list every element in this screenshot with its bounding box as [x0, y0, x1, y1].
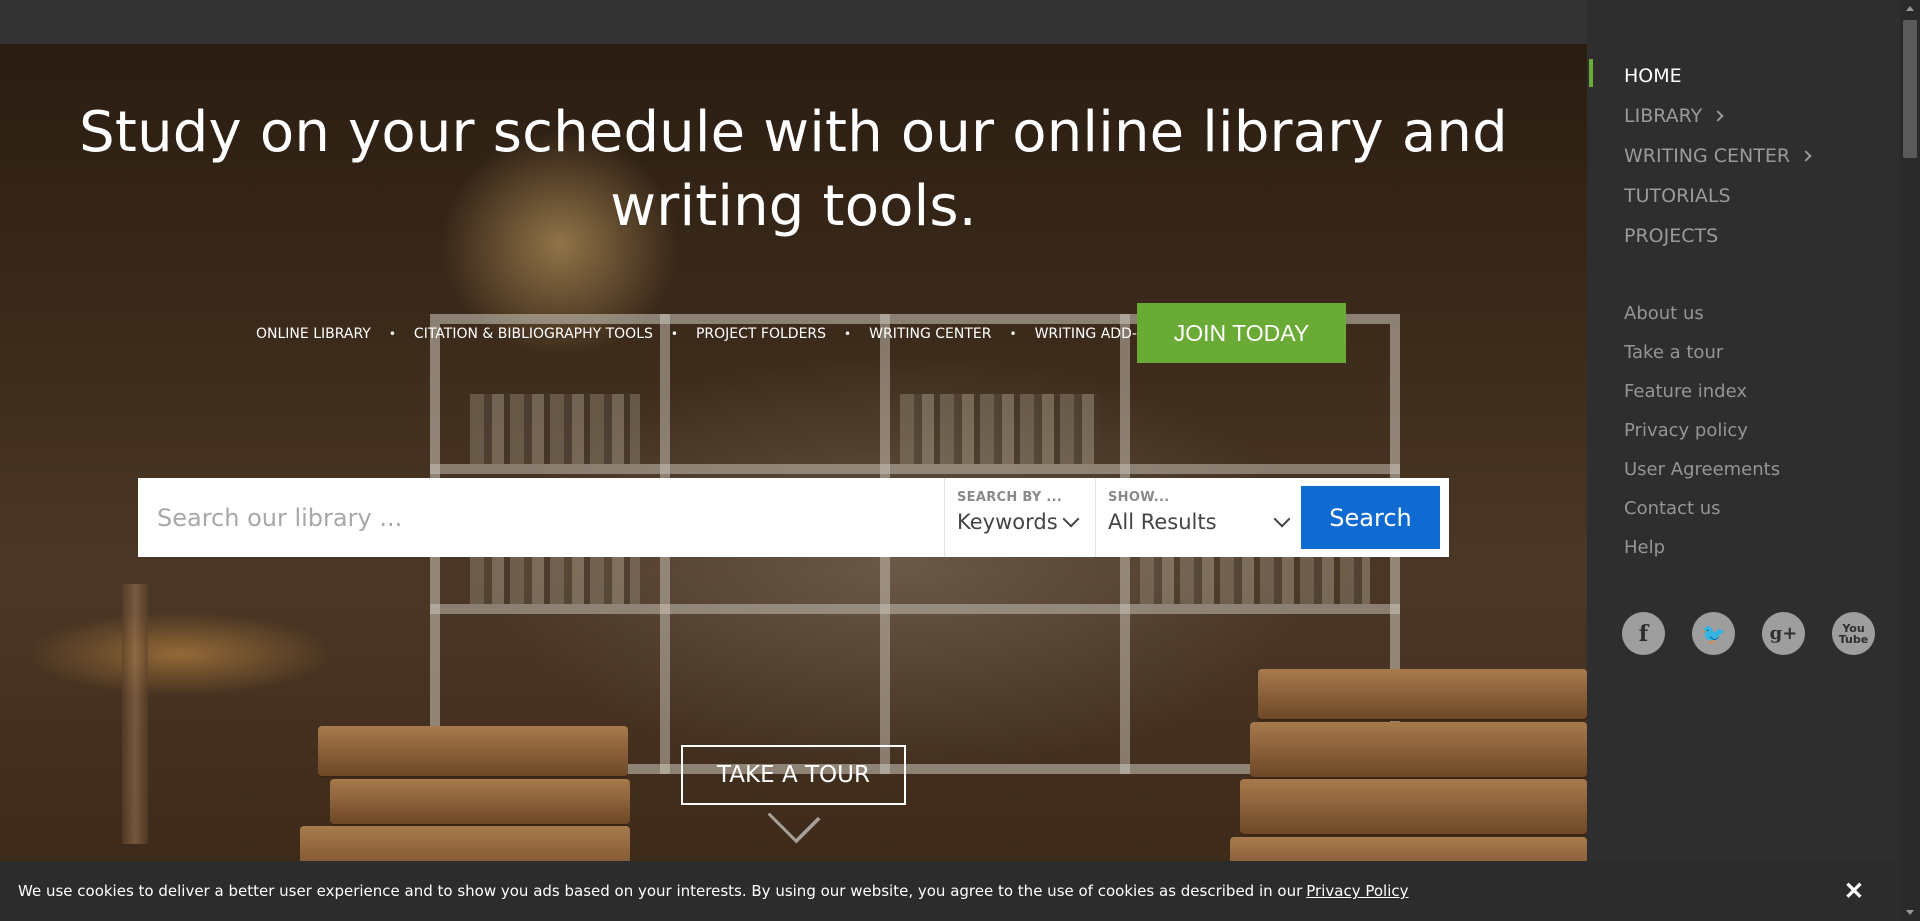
feature-separator: •: [388, 327, 396, 341]
scroll-up-icon[interactable]: [1906, 6, 1914, 11]
nav-item-label: LIBRARY: [1624, 105, 1703, 127]
bookshelf-shelf: [430, 604, 1400, 614]
bookshelf-shelf: [430, 464, 1400, 474]
link-take-a-tour[interactable]: Take a tour: [1624, 333, 1780, 372]
nav-item-label: HOME: [1624, 65, 1682, 87]
feature-writing-add-in: WRITING ADD-IN: [1034, 326, 1152, 342]
book-stack-decoration: [330, 779, 630, 824]
show-label: SHOW...: [1108, 490, 1170, 505]
books-decoration: [470, 394, 640, 464]
feature-separator: •: [1009, 327, 1017, 341]
nav-item-projects[interactable]: PROJECTS: [1587, 216, 1900, 256]
link-help[interactable]: Help: [1624, 528, 1780, 567]
books-decoration: [900, 394, 1100, 464]
book-stack-decoration: [318, 726, 628, 776]
link-contact-us[interactable]: Contact us: [1624, 489, 1780, 528]
chevron-down-icon: [1273, 510, 1291, 528]
feature-citation-tools: CITATION & BIBLIOGRAPHY TOOLS: [413, 326, 653, 342]
book-stack-decoration: [1240, 779, 1587, 834]
twitter-icon[interactable]: 🐦: [1692, 612, 1735, 655]
page-scrollbar[interactable]: [1900, 0, 1920, 921]
chevron-right-icon: [1800, 150, 1812, 162]
chevron-right-icon: [1712, 110, 1724, 122]
search-button[interactable]: Search: [1301, 486, 1440, 549]
search-by-label: SEARCH BY ...: [957, 490, 1063, 505]
feature-separator: •: [844, 327, 852, 341]
search-input[interactable]: [138, 478, 944, 557]
nav-item-home[interactable]: HOME: [1587, 56, 1900, 96]
search-by-value: Keywords: [957, 510, 1058, 534]
feature-online-library: ONLINE LIBRARY: [256, 326, 371, 342]
scroll-thumb[interactable]: [1903, 20, 1917, 158]
link-user-agreements[interactable]: User Agreements: [1624, 450, 1780, 489]
cookie-text: We use cookies to deliver a better user …: [18, 882, 1303, 900]
nav-item-label: PROJECTS: [1624, 225, 1719, 247]
scroll-down-icon[interactable]: [1906, 910, 1914, 915]
nav-item-library[interactable]: LIBRARY: [1587, 96, 1900, 136]
close-icon[interactable]: ✕: [1844, 877, 1864, 906]
link-about-us[interactable]: About us: [1624, 294, 1780, 333]
feature-separator: •: [670, 327, 678, 341]
social-links: f 🐦 g+ You Tube: [1622, 612, 1902, 655]
book-stack-decoration: [1250, 722, 1587, 777]
link-privacy-policy[interactable]: Privacy policy: [1624, 411, 1780, 450]
search-by-dropdown[interactable]: SEARCH BY ... Keywords: [944, 478, 1095, 557]
cookie-banner: We use cookies to deliver a better user …: [0, 861, 1900, 921]
google-plus-icon[interactable]: g+: [1762, 612, 1805, 655]
sidebar-nav: HOME LIBRARY WRITING CENTER TUTORIALS PR…: [1587, 56, 1900, 256]
facebook-icon[interactable]: f: [1622, 612, 1665, 655]
search-box: SEARCH BY ... Keywords SHOW... All Resul…: [138, 478, 1449, 557]
sidebar-links: About us Take a tour Feature index Priva…: [1624, 294, 1780, 567]
join-today-button[interactable]: JOIN TODAY: [1137, 303, 1346, 363]
book-stack-decoration: [1258, 669, 1587, 719]
nav-item-tutorials[interactable]: TUTORIALS: [1587, 176, 1900, 216]
feature-list: ONLINE LIBRARY • CITATION & BIBLIOGRAPHY…: [256, 289, 1152, 379]
feature-writing-center: WRITING CENTER: [869, 326, 992, 342]
feature-project-folders: PROJECT FOLDERS: [695, 326, 827, 342]
youtube-icon[interactable]: You Tube: [1832, 612, 1875, 655]
nav-item-label: TUTORIALS: [1624, 185, 1731, 207]
top-bar: [0, 0, 1587, 44]
hero-title: Study on your schedule with our online l…: [79, 100, 1508, 239]
nav-item-writing-center[interactable]: WRITING CENTER: [1587, 136, 1900, 176]
show-value: All Results: [1108, 510, 1217, 534]
link-feature-index[interactable]: Feature index: [1624, 372, 1780, 411]
nav-item-label: WRITING CENTER: [1624, 145, 1791, 167]
cookie-privacy-policy-link[interactable]: Privacy Policy: [1306, 882, 1408, 900]
sidebar: HOME LIBRARY WRITING CENTER TUTORIALS PR…: [1587, 0, 1900, 921]
chevron-down-icon: [1062, 510, 1080, 528]
show-dropdown[interactable]: SHOW... All Results: [1095, 478, 1302, 557]
lamp-decoration: [122, 584, 148, 844]
